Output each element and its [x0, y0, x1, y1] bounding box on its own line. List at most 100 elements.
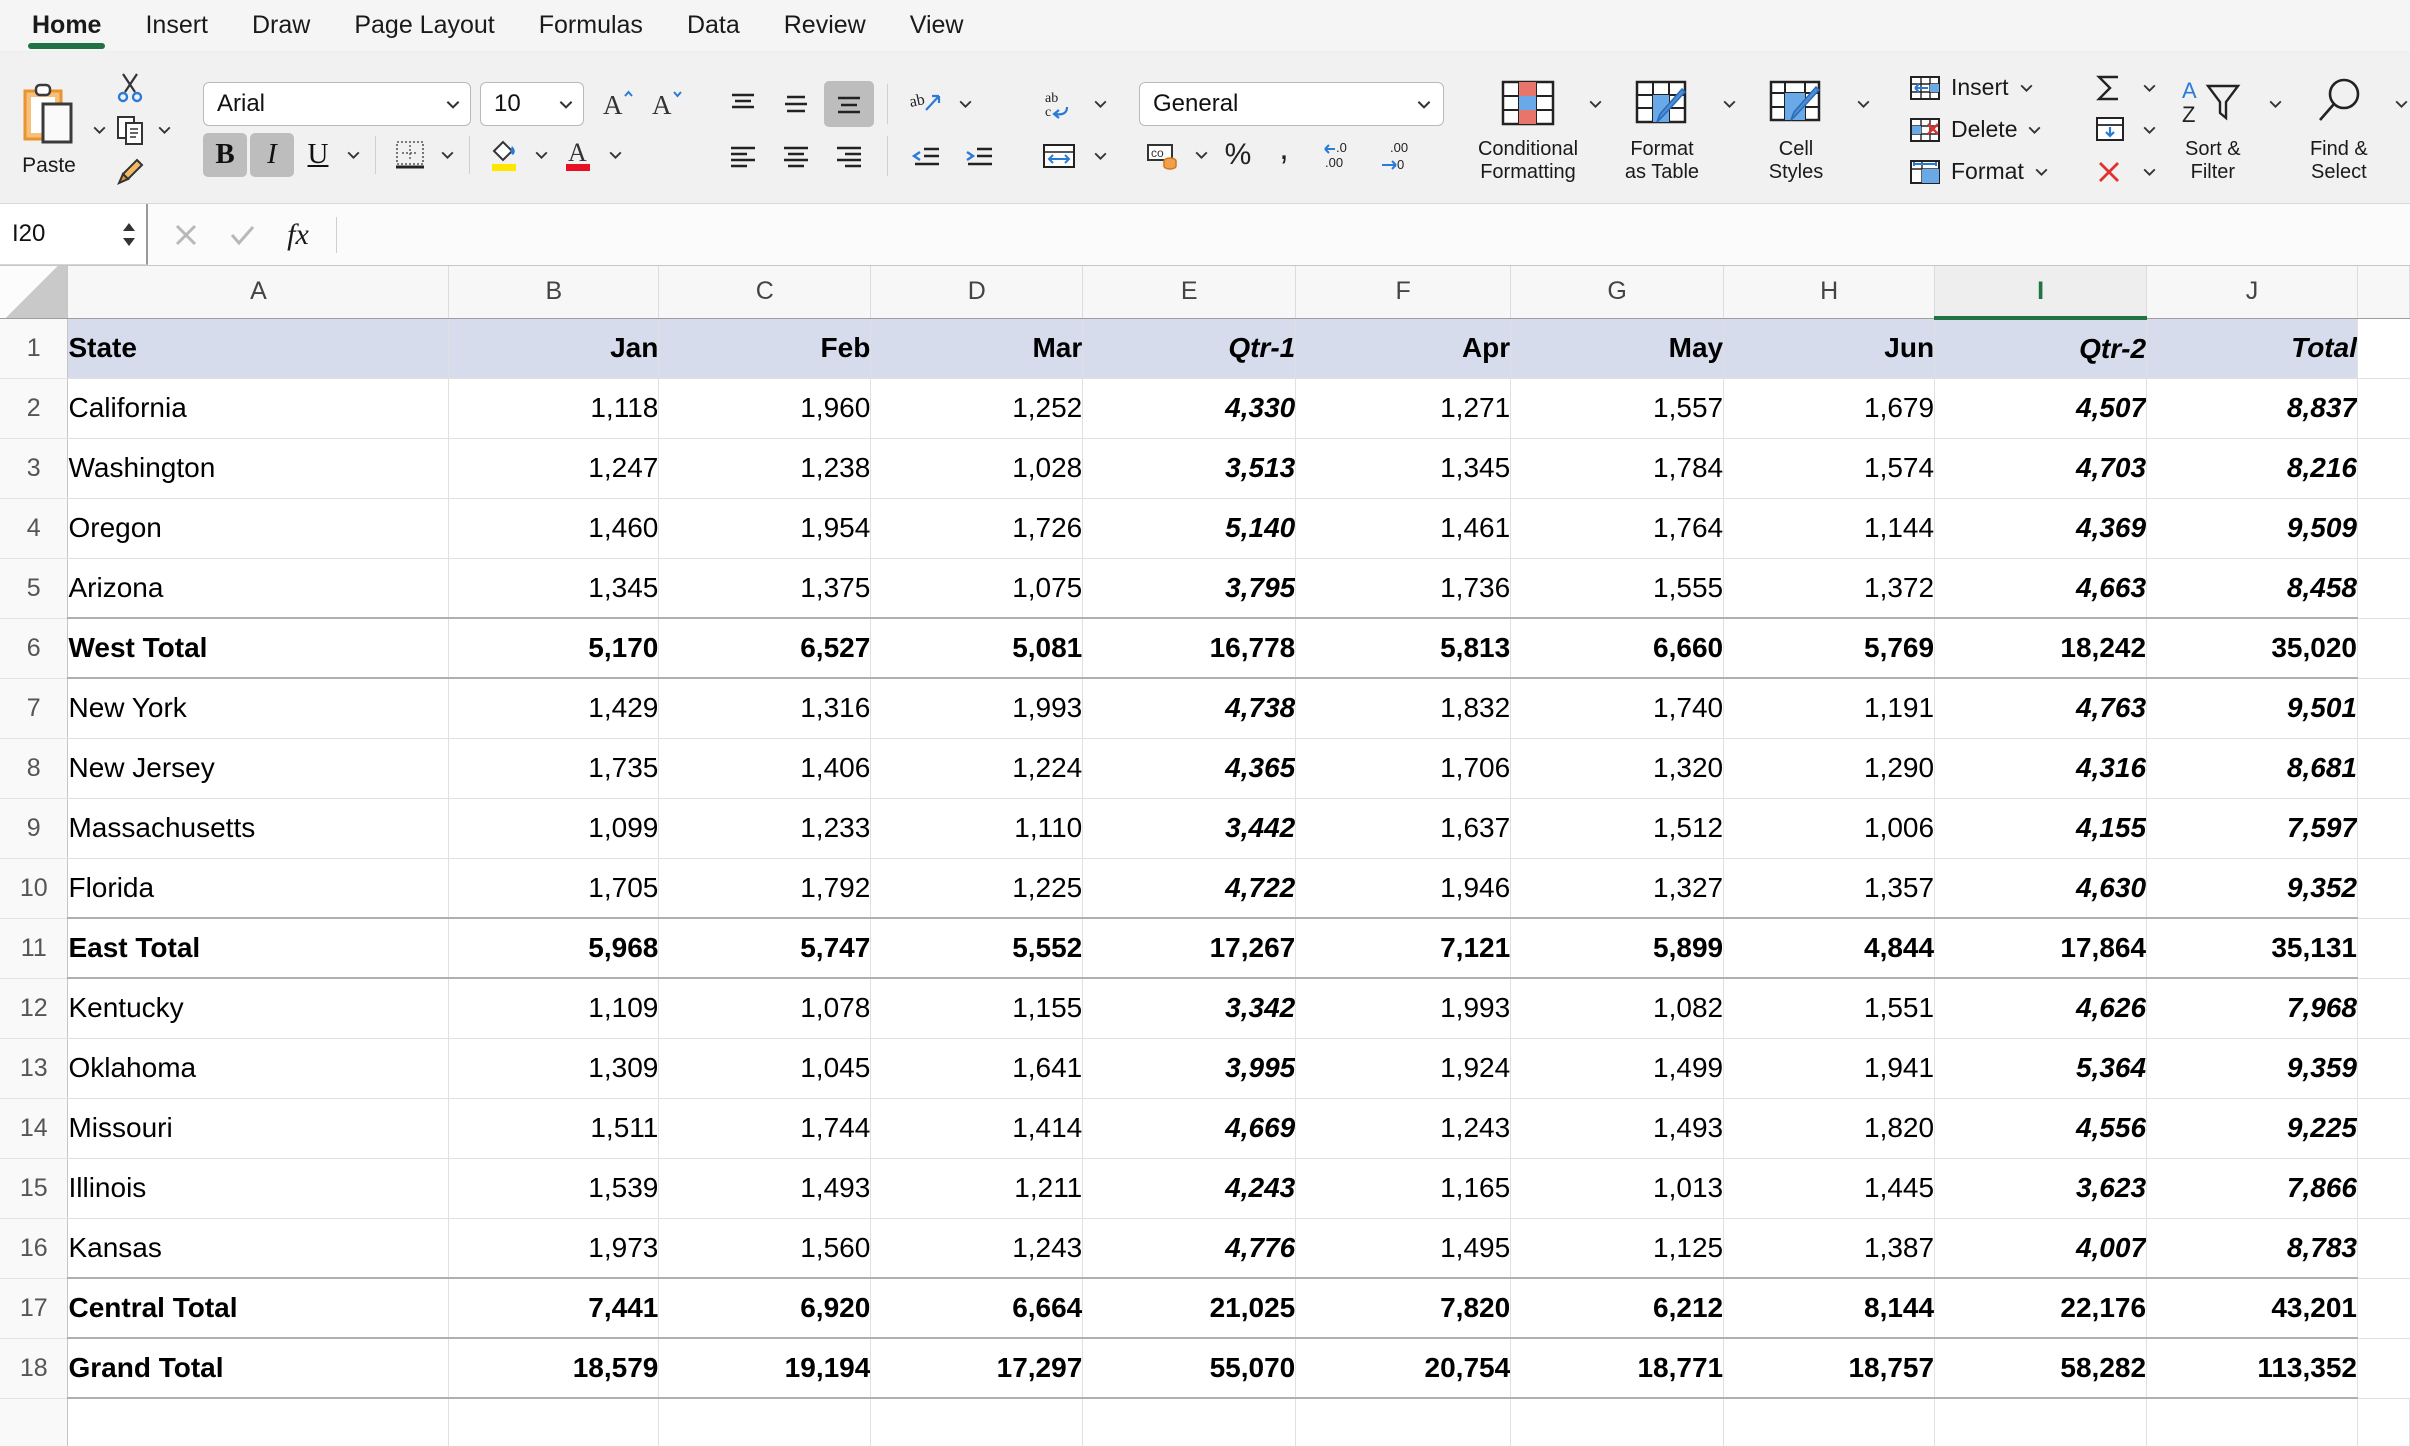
cell[interactable]: 1,345 [1295, 438, 1512, 499]
cell[interactable]: Oklahoma [67, 1038, 450, 1099]
cell[interactable]: 1,165 [1295, 1158, 1512, 1219]
cell[interactable] [2357, 798, 2410, 859]
cell[interactable] [1510, 1398, 1725, 1446]
cell[interactable]: Jun [1723, 318, 1936, 379]
cell[interactable]: 9,359 [2146, 1038, 2358, 1099]
cell[interactable]: 3,342 [1082, 978, 1297, 1039]
cell[interactable]: 9,501 [2146, 678, 2358, 739]
cell[interactable]: Feb [658, 318, 872, 379]
row-header-7[interactable]: 7 [0, 678, 69, 739]
merge-cells-dropdown-caret[interactable] [1089, 141, 1111, 171]
cell[interactable]: 1,224 [870, 738, 1084, 799]
cell[interactable]: 113,352 [2146, 1337, 2358, 1399]
cell[interactable]: 1,320 [1510, 738, 1725, 799]
row-header-3[interactable]: 3 [0, 438, 69, 499]
cell[interactable]: 1,375 [658, 558, 872, 619]
table-row[interactable]: 2 California 1,118 1,960 1,252 4,330 1,271 1,55… [0, 378, 2410, 439]
cell[interactable]: May [1510, 318, 1725, 379]
cell-styles-button[interactable]: Cell Styles [1740, 64, 1852, 196]
cell[interactable]: 6,527 [658, 617, 872, 679]
cell[interactable]: 1,820 [1723, 1098, 1936, 1159]
cell[interactable]: 16,778 [1082, 617, 1297, 679]
cell[interactable]: 1,764 [1510, 498, 1725, 559]
column-header-a[interactable]: A [67, 266, 450, 319]
table-row[interactable]: 18 Grand Total 18,579 19,194 17,297 55,070 20,… [0, 1337, 2410, 1399]
comma-format-button[interactable]: , [1264, 131, 1304, 178]
find-select-button[interactable]: Find & Select [2287, 64, 2391, 196]
paste-dropdown-caret[interactable] [88, 115, 110, 145]
cell[interactable]: 1,539 [448, 1158, 660, 1219]
decrease-decimal-button[interactable]: .00 0 [1370, 132, 1424, 178]
cell[interactable]: Mar [870, 318, 1084, 379]
cell[interactable]: 1,460 [448, 498, 660, 559]
cell[interactable]: 6,212 [1510, 1277, 1725, 1339]
cell[interactable]: 4,738 [1082, 678, 1297, 739]
font-color-dropdown-caret[interactable] [604, 140, 626, 170]
cell[interactable]: Arizona [67, 558, 450, 619]
cell[interactable]: California [67, 378, 450, 439]
select-all-corner[interactable] [0, 266, 69, 319]
font-name-select[interactable]: Arial [203, 81, 471, 126]
cell[interactable]: Total [2146, 318, 2358, 379]
table-row[interactable]: 15 Illinois 1,539 1,493 1,211 4,243 1,165 1,013… [0, 1158, 2410, 1219]
cell[interactable]: Apr [1295, 318, 1512, 379]
cell[interactable]: 1,290 [1723, 738, 1936, 799]
table-row[interactable]: 13 Oklahoma 1,309 1,045 1,641 3,995 1,924 1,499… [0, 1038, 2410, 1099]
borders-dropdown-caret[interactable] [436, 140, 458, 170]
row-header-10[interactable]: 10 [0, 858, 69, 919]
cell[interactable]: Oregon [67, 498, 450, 559]
cell[interactable]: 17,864 [1934, 917, 2148, 979]
cell[interactable]: 4,243 [1082, 1158, 1297, 1219]
cell[interactable]: 5,769 [1723, 617, 1936, 679]
cell[interactable]: 1,309 [448, 1038, 660, 1099]
cell[interactable]: 1,960 [658, 378, 872, 439]
cell[interactable]: 7,121 [1295, 917, 1512, 979]
cell[interactable]: 3,623 [1934, 1158, 2148, 1219]
column-header-b[interactable]: B [448, 266, 660, 319]
cell[interactable]: 7,968 [2146, 978, 2358, 1039]
cell[interactable]: 1,740 [1510, 678, 1725, 739]
cell[interactable]: 58,282 [1934, 1337, 2148, 1399]
cell[interactable]: 18,771 [1510, 1337, 1725, 1399]
cell[interactable] [1723, 1398, 1936, 1446]
cell[interactable] [870, 1398, 1084, 1446]
sort-filter-button[interactable]: A Z Sort & Filter [2161, 64, 2265, 196]
cell[interactable]: 1,144 [1723, 498, 1936, 559]
paste-button[interactable]: Paste [10, 66, 88, 194]
cell[interactable]: 1,736 [1295, 558, 1512, 619]
cell[interactable]: 4,703 [1934, 438, 2148, 499]
cell[interactable]: 43,201 [2146, 1277, 2358, 1339]
cell[interactable]: 9,509 [2146, 498, 2358, 559]
cell[interactable]: 6,920 [658, 1277, 872, 1339]
cell[interactable] [2357, 558, 2410, 619]
cell[interactable] [658, 1398, 872, 1446]
cell[interactable]: 1,243 [1295, 1098, 1512, 1159]
bold-button[interactable]: B [203, 132, 247, 177]
cell[interactable]: 1,429 [448, 678, 660, 739]
fill-color-dropdown-caret[interactable] [530, 140, 552, 170]
cell[interactable]: 1,493 [658, 1158, 872, 1219]
accounting-dropdown-caret[interactable] [1190, 140, 1212, 170]
cell[interactable]: New Jersey [67, 738, 450, 799]
cell[interactable]: Illinois [67, 1158, 450, 1219]
cell-styles-dropdown-caret[interactable] [1852, 88, 1874, 118]
font-color-button[interactable]: A [555, 132, 601, 178]
tab-data[interactable]: Data [665, 11, 762, 51]
cell[interactable] [2357, 918, 2410, 979]
cell[interactable]: 3,442 [1082, 798, 1297, 859]
format-as-table-dropdown-caret[interactable] [1718, 88, 1740, 118]
cell[interactable]: 1,499 [1510, 1038, 1725, 1099]
cell[interactable]: 1,013 [1510, 1158, 1725, 1219]
cell[interactable]: 3,513 [1082, 438, 1297, 499]
column-header-d[interactable]: D [870, 266, 1084, 319]
cell[interactable] [2357, 858, 2410, 919]
cell[interactable]: 5,081 [870, 617, 1084, 679]
cell[interactable] [2357, 978, 2410, 1039]
delete-cells-button[interactable]: Delete [1902, 110, 2049, 150]
cell[interactable]: 19,194 [658, 1337, 872, 1399]
row-header-9[interactable]: 9 [0, 798, 69, 859]
cell[interactable]: 18,242 [1934, 617, 2148, 679]
cell[interactable]: 4,316 [1934, 738, 2148, 799]
cell[interactable]: Qtr-1 [1082, 318, 1297, 379]
cell[interactable]: 1,993 [1295, 978, 1512, 1039]
